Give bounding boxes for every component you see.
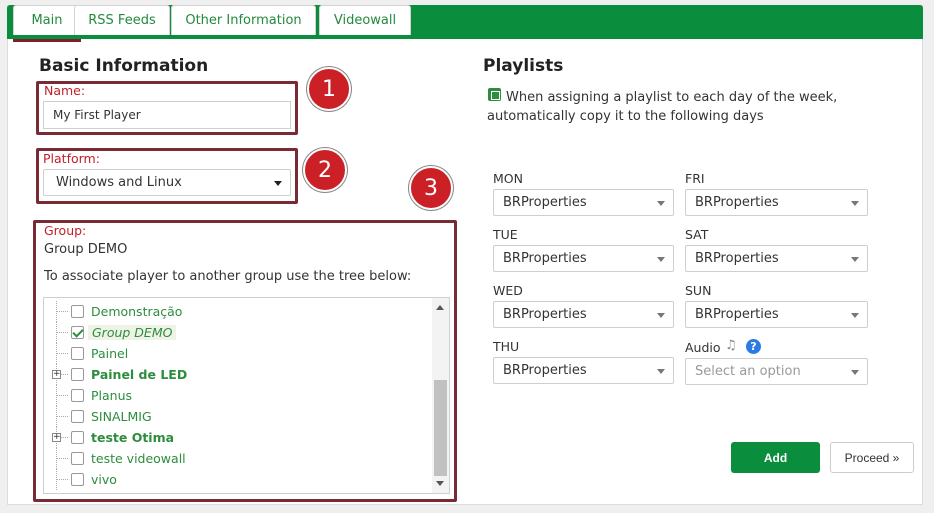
day-label-sat: SAT: [685, 227, 709, 242]
tree-item[interactable]: Painel: [44, 343, 429, 364]
tree-item-checkbox[interactable]: [71, 368, 84, 381]
playlist-select-value: BRProperties: [503, 363, 587, 378]
day-label-thu: THU: [493, 339, 520, 354]
tree-item-label[interactable]: Demonstração: [91, 304, 182, 319]
scroll-down-icon[interactable]: [436, 481, 444, 486]
platform-select[interactable]: Windows and Linux: [43, 169, 291, 196]
step-badge-1: 1: [307, 67, 351, 111]
tree-item-checkbox[interactable]: [71, 431, 84, 444]
tree-guide-line: [56, 479, 68, 480]
active-tab-indicator: [13, 39, 81, 42]
tree-item[interactable]: + teste Otima: [44, 427, 429, 448]
tree-item-checkbox[interactable]: [71, 347, 84, 360]
playlist-select-wed[interactable]: BRProperties: [493, 301, 674, 328]
tree-item-label[interactable]: teste videowall: [91, 451, 186, 466]
playlist-select-thu[interactable]: BRProperties: [493, 357, 674, 384]
tree-hint-text: To associate player to another group use…: [44, 269, 412, 284]
tab-other-information[interactable]: Other Information: [171, 5, 316, 35]
music-note-icon: ♫: [725, 338, 737, 353]
add-button[interactable]: Add: [731, 442, 820, 473]
platform-label: Platform:: [43, 151, 100, 166]
tree-guide-line: [56, 353, 68, 354]
tree-item-checkbox[interactable]: [71, 473, 84, 486]
tree-guide-line: [56, 332, 68, 333]
name-input[interactable]: My First Player: [43, 101, 291, 129]
audio-select-placeholder: Select an option: [695, 364, 801, 379]
day-label-mon: MON: [493, 171, 523, 186]
expand-icon[interactable]: +: [52, 433, 61, 442]
tree-item[interactable]: SINALMIG: [44, 406, 429, 427]
tree-item-checkbox[interactable]: [71, 326, 84, 339]
audio-label: Audio: [685, 340, 721, 355]
chevron-down-icon: [851, 200, 859, 206]
playlist-select-sun[interactable]: BRProperties: [685, 301, 868, 328]
playlist-select-value: BRProperties: [695, 307, 779, 322]
tree-item-label[interactable]: Group DEMO: [88, 325, 177, 340]
chevron-down-icon: [851, 312, 859, 318]
step-badge-2: 2: [303, 148, 347, 192]
help-icon[interactable]: ?: [746, 339, 761, 354]
tree-item-label[interactable]: vivo: [91, 472, 117, 487]
proceed-button[interactable]: Proceed »: [830, 442, 914, 473]
name-label: Name:: [44, 83, 86, 98]
tab-videowall[interactable]: Videowall: [319, 5, 411, 35]
auto-copy-text: When assigning a playlist to each day of…: [487, 90, 838, 124]
chevron-down-icon: [851, 256, 859, 262]
scroll-up-icon[interactable]: [436, 305, 444, 310]
tree-item[interactable]: teste videowall: [44, 448, 429, 469]
playlist-select-sat[interactable]: BRProperties: [685, 245, 868, 272]
step-badge-3: 3: [409, 166, 453, 210]
playlists-heading: Playlists: [483, 56, 564, 76]
day-label-fri: FRI: [685, 171, 705, 186]
basic-information-heading: Basic Information: [39, 56, 209, 76]
playlist-select-value: BRProperties: [503, 307, 587, 322]
day-label-tue: TUE: [493, 227, 518, 242]
tree-item[interactable]: Planus: [44, 385, 429, 406]
chevron-down-icon: [657, 312, 665, 318]
tree-item[interactable]: Group DEMO: [44, 322, 429, 343]
playlist-select-fri[interactable]: BRProperties: [685, 189, 868, 216]
group-label: Group:: [44, 223, 87, 238]
playlist-select-tue[interactable]: BRProperties: [493, 245, 674, 272]
tree-item-checkbox[interactable]: [71, 389, 84, 402]
playlist-select-value: BRProperties: [503, 251, 587, 266]
tree-guide-line: [56, 311, 68, 312]
chevron-down-icon: [274, 180, 282, 186]
playlist-select-mon[interactable]: BRProperties: [493, 189, 674, 216]
chevron-down-icon: [657, 256, 665, 262]
current-group-value: Group DEMO: [44, 242, 128, 257]
tree-guide-line: [56, 416, 68, 417]
scroll-thumb[interactable]: [434, 380, 447, 476]
tree-item-label[interactable]: teste Otima: [91, 430, 174, 445]
tree-guide-line: [56, 458, 68, 459]
tree-item[interactable]: Demonstração: [44, 301, 429, 322]
platform-select-value: Windows and Linux: [56, 175, 182, 190]
tree-item[interactable]: + Painel de LED: [44, 364, 429, 385]
expand-icon[interactable]: +: [52, 370, 61, 379]
day-label-sun: SUN: [685, 283, 712, 298]
tree-item-label[interactable]: SINALMIG: [91, 409, 152, 424]
chevron-down-icon: [851, 369, 859, 375]
audio-select[interactable]: Select an option: [685, 358, 868, 385]
tab-main[interactable]: Main: [13, 5, 81, 35]
tree-item-checkbox[interactable]: [71, 410, 84, 423]
tab-rss-feeds[interactable]: RSS Feeds: [74, 5, 170, 35]
tree-item-label[interactable]: Painel: [91, 346, 128, 361]
group-tree[interactable]: Demonstração Group DEMO Painel + Painel de L…: [43, 297, 450, 494]
chevron-down-icon: [657, 368, 665, 374]
day-label-wed: WED: [493, 283, 523, 298]
tree-scrollbar[interactable]: [432, 298, 449, 493]
tree-guide-line: [56, 395, 68, 396]
playlist-select-value: BRProperties: [695, 251, 779, 266]
tree-item-checkbox[interactable]: [71, 452, 84, 465]
tree-item-checkbox[interactable]: [71, 305, 84, 318]
playlist-select-value: BRProperties: [695, 195, 779, 210]
chevron-down-icon: [657, 200, 665, 206]
tree-item[interactable]: vivo: [44, 469, 429, 490]
playlist-select-value: BRProperties: [503, 195, 587, 210]
tree-item-label[interactable]: Painel de LED: [91, 367, 187, 382]
tree-item-label[interactable]: Planus: [91, 388, 132, 403]
